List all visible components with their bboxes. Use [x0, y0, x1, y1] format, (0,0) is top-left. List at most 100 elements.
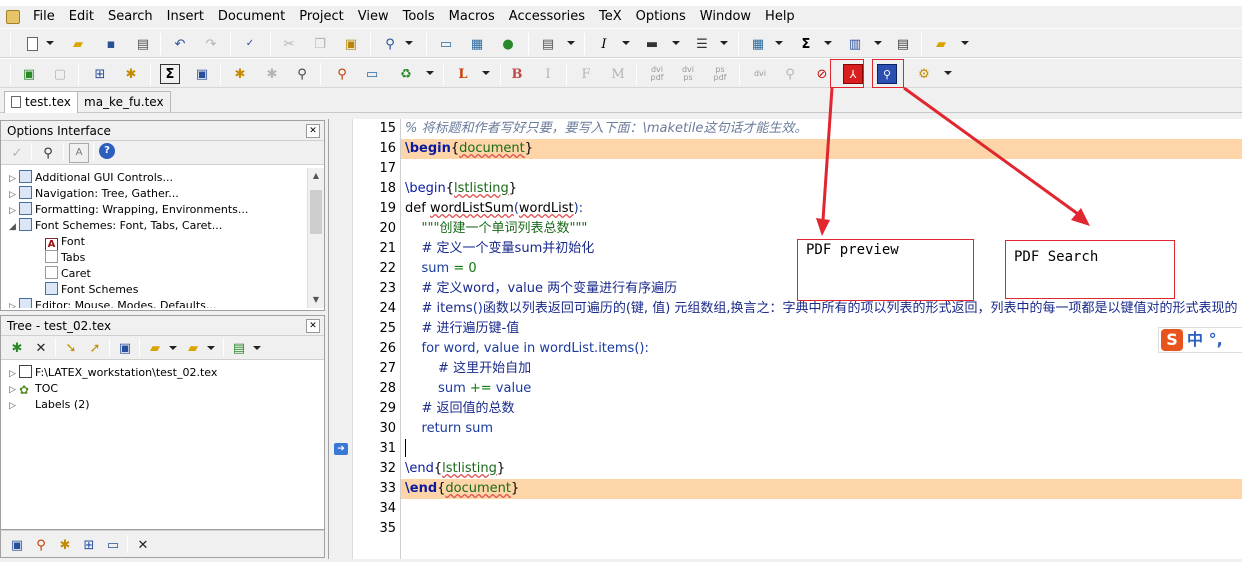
image-icon[interactable]: ▭: [436, 34, 456, 54]
menu-tex[interactable]: TeX: [592, 6, 629, 28]
chevron-down-icon[interactable]: [426, 71, 434, 75]
tree-item-navigation[interactable]: ▷ Navigation: Tree, Gather...: [9, 186, 179, 202]
options-icon[interactable]: ▤: [229, 338, 249, 358]
menu-project[interactable]: Project: [292, 6, 350, 28]
menu-view[interactable]: View: [351, 6, 396, 28]
panel-window-icon[interactable]: ▣: [7, 535, 27, 555]
tree-item-font-schemes[interactable]: ◢ Font Schemes: Font, Tabs, Caret...: [9, 218, 222, 234]
tree-item-file[interactable]: ▷ F:\LATEX_workstation\test_02.tex: [9, 365, 217, 381]
chevron-down-icon[interactable]: [874, 41, 882, 45]
scroll-down-icon[interactable]: ▼: [308, 292, 324, 308]
dvi-to-pdf-button[interactable]: dvi pdf: [646, 62, 668, 86]
project-folder-icon[interactable]: ▰: [931, 34, 951, 54]
bold-button[interactable]: B: [507, 64, 527, 84]
chevron-down-icon[interactable]: [622, 41, 630, 45]
ps-to-pdf-button[interactable]: ps pdf: [709, 62, 731, 86]
tree-item-formatting[interactable]: ▷ Formatting: Wrapping, Environments...: [9, 202, 248, 218]
undo-icon[interactable]: ↶: [170, 34, 190, 54]
tree-item-toc[interactable]: ▷ ✿ TOC: [9, 381, 58, 397]
expand-icon[interactable]: ➘: [61, 338, 81, 358]
run-icon[interactable]: ⚲: [332, 64, 352, 84]
menu-accessories[interactable]: Accessories: [502, 6, 592, 28]
save-icon[interactable]: ▪: [101, 34, 121, 54]
italic-cursor-icon[interactable]: I: [594, 34, 614, 54]
structure-icon[interactable]: ⊞: [90, 64, 110, 84]
paste-icon[interactable]: ▣: [341, 34, 361, 54]
redo-icon[interactable]: ↷: [201, 34, 221, 54]
chevron-right-icon[interactable]: ▷: [9, 398, 19, 414]
check-icon[interactable]: ✓: [7, 143, 27, 163]
dvi-search-icon[interactable]: ⚲: [780, 64, 800, 84]
options-scrollbar[interactable]: ▲ ▼: [307, 168, 324, 308]
tab-test-tex[interactable]: test.tex: [4, 91, 78, 113]
latex-icon[interactable]: L: [453, 64, 473, 84]
close-icon[interactable]: ✕: [306, 124, 320, 138]
italic-button[interactable]: I: [538, 64, 558, 84]
tree-item-caret[interactable]: Caret: [45, 266, 91, 282]
compile-icon[interactable]: ✱: [230, 64, 250, 84]
chevron-down-icon[interactable]: [824, 41, 832, 45]
collapse-icon[interactable]: ➚: [85, 338, 105, 358]
menu-options[interactable]: Options: [629, 6, 693, 28]
menu-macros[interactable]: Macros: [442, 6, 502, 28]
text-format-icon[interactable]: A: [69, 143, 89, 163]
menu-insert[interactable]: Insert: [160, 6, 211, 28]
panel-output-icon[interactable]: ▭: [103, 535, 123, 555]
page-icon[interactable]: ▤: [893, 34, 913, 54]
recycle-icon[interactable]: ♻: [396, 64, 416, 84]
panel-find-icon[interactable]: ⚲: [31, 535, 51, 555]
scroll-up-icon[interactable]: ▲: [308, 168, 324, 184]
font-m-button[interactable]: M: [608, 64, 628, 84]
chevron-right-icon[interactable]: ▷: [9, 203, 19, 219]
code-area[interactable]: % 将标题和作者写好只要，要写入下面：\maketile这句话才能生效。 \be…: [400, 119, 1242, 559]
cut-icon[interactable]: ✂: [279, 34, 299, 54]
chevron-right-icon[interactable]: ▷: [9, 366, 19, 382]
book-icon[interactable]: ▥: [845, 34, 865, 54]
stop-icon[interactable]: ⊘: [812, 64, 832, 84]
refresh-tree-icon[interactable]: ✱: [7, 338, 27, 358]
search-icon[interactable]: ⚲: [38, 143, 58, 163]
output-window-icon[interactable]: ▭: [362, 64, 382, 84]
copy-icon[interactable]: ❐: [310, 34, 330, 54]
remove-bookmark-icon[interactable]: ▢: [50, 64, 70, 84]
chevron-down-icon[interactable]: [253, 346, 261, 350]
chevron-right-icon[interactable]: ▷: [9, 187, 19, 203]
tree-item-editor[interactable]: ▷ Editor: Mouse, Modes, Defaults...: [9, 298, 216, 308]
bookmark-margin[interactable]: ➔: [329, 119, 353, 559]
chevron-down-icon[interactable]: [720, 41, 728, 45]
environment-icon[interactable]: ▬: [642, 34, 662, 54]
tree-item-font[interactable]: A Font: [45, 234, 85, 251]
window-icon[interactable]: ▣: [192, 64, 212, 84]
chevron-down-icon[interactable]: [46, 41, 54, 45]
chevron-down-icon[interactable]: [482, 71, 490, 75]
new-file-icon[interactable]: [22, 34, 42, 54]
chevron-right-icon[interactable]: ▷: [9, 171, 19, 187]
scroll-thumb[interactable]: [310, 190, 322, 234]
spellcheck-icon[interactable]: ✓: [240, 34, 260, 54]
menu-file[interactable]: File: [26, 6, 62, 28]
print-icon[interactable]: ▤: [133, 34, 153, 54]
chevron-right-icon[interactable]: ▷: [9, 299, 19, 308]
gather-icon[interactable]: ✱: [121, 64, 141, 84]
list-icon[interactable]: ☰: [692, 34, 712, 54]
chevron-down-icon[interactable]: [567, 41, 575, 45]
font-f-button[interactable]: F: [576, 64, 596, 84]
code-editor[interactable]: ➔ 15 16 17 18 19 20 21 22 23 24 25 26 27 28 29 30 31 32 33…: [328, 119, 1242, 559]
panel-gather-icon[interactable]: ✱: [55, 535, 75, 555]
close-icon[interactable]: ✕: [306, 319, 320, 333]
tab-ma-ke-fu-tex[interactable]: ma_ke_fu.tex: [77, 91, 171, 112]
table-icon[interactable]: ▦: [467, 34, 487, 54]
math-sum-icon[interactable]: Σ: [160, 64, 180, 84]
document-icon[interactable]: ▤: [538, 34, 558, 54]
tree-item-font-scheme-list[interactable]: Font Schemes: [45, 282, 138, 298]
folder-icon[interactable]: ▰: [145, 338, 165, 358]
magnifier-icon[interactable]: ⚲: [292, 64, 312, 84]
chevron-down-icon[interactable]: [961, 41, 969, 45]
chevron-down-icon[interactable]: [672, 41, 680, 45]
clean-icon[interactable]: ✱: [262, 64, 282, 84]
menu-document[interactable]: Document: [211, 6, 292, 28]
chevron-down-icon[interactable]: [169, 346, 177, 350]
chevron-down-icon[interactable]: [207, 346, 215, 350]
sum-icon[interactable]: Σ: [796, 34, 816, 54]
help-icon[interactable]: ?: [99, 143, 115, 159]
